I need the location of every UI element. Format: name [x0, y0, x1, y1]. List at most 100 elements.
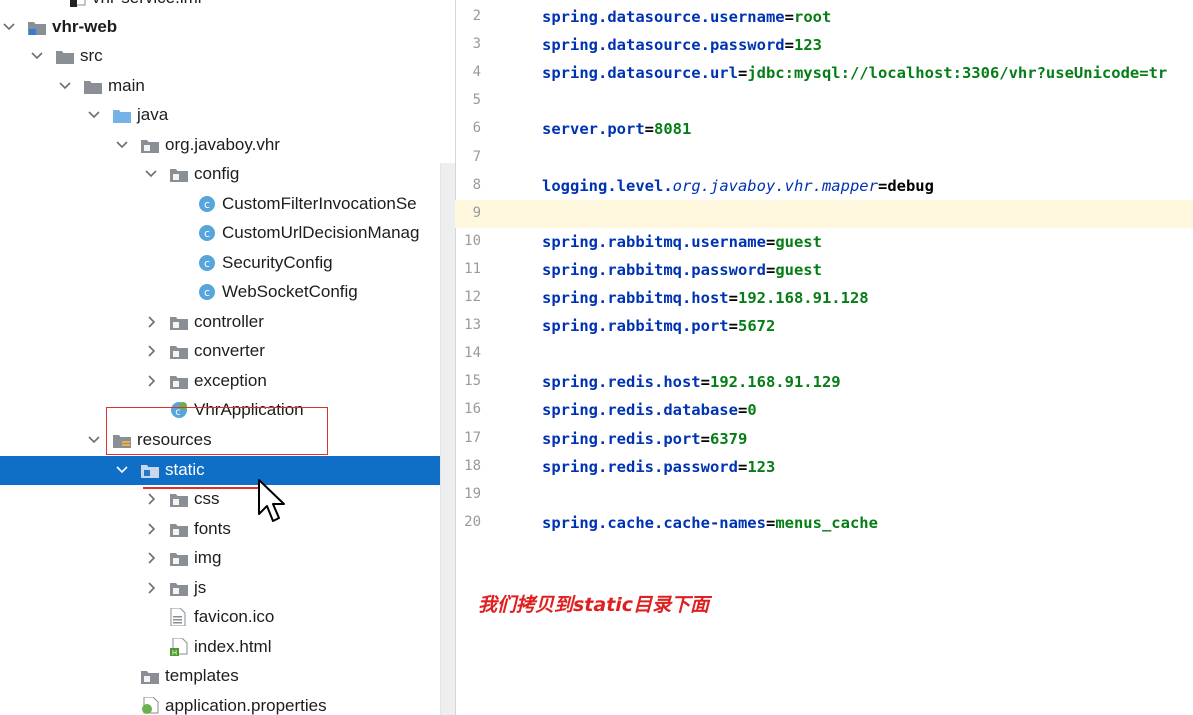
property-key: spring.rabbitmq.username: [542, 232, 766, 251]
code-line[interactable]: 16 spring.redis.database=0: [455, 396, 1193, 424]
equals-sign: =: [765, 513, 776, 532]
code-line[interactable]: 2 spring.datasource.username=root: [455, 3, 1193, 31]
mouse-cursor-icon: [258, 479, 285, 522]
code-line[interactable]: 11 spring.rabbitmq.password=guest: [455, 256, 1193, 284]
tree-item-converter[interactable]: converter: [0, 337, 455, 366]
tree-item-label: exception: [194, 371, 267, 390]
line-number: 7: [472, 148, 481, 165]
code-line[interactable]: 9: [455, 199, 1193, 228]
tree-item-vhr-service-iml[interactable]: vhr-service.iml: [0, 0, 455, 13]
tree-item-customurldecisionmanag[interactable]: c CustomUrlDecisionManag: [0, 219, 455, 248]
package-icon: [141, 463, 159, 478]
chevron-right-icon[interactable]: [144, 372, 158, 390]
property-key-italic: org.javaboy.vhr.mapper: [672, 176, 878, 195]
tree-item-securityconfig[interactable]: c SecurityConfig: [0, 249, 455, 278]
code-line[interactable]: 10 spring.rabbitmq.username=guest: [455, 228, 1193, 256]
html-icon: H: [170, 637, 188, 657]
highlight-box-resources: [106, 407, 328, 455]
code-line[interactable]: 15 spring.redis.host=192.168.91.129: [455, 368, 1193, 396]
code-line[interactable]: 12 spring.rabbitmq.host=192.168.91.128: [455, 284, 1193, 312]
line-number: 13: [464, 317, 481, 334]
code-line[interactable]: 13 spring.rabbitmq.port=5672: [455, 312, 1193, 340]
tree-item-main[interactable]: main: [0, 72, 455, 101]
tree-item-label: fonts: [194, 519, 231, 538]
tree-item-fonts[interactable]: fonts: [0, 515, 455, 544]
tree-item-customfilterinvocationse[interactable]: c CustomFilterInvocationSe: [0, 190, 455, 219]
tree-item-static[interactable]: static: [0, 456, 455, 485]
code-line[interactable]: 14: [455, 340, 1193, 368]
chevron-down-icon[interactable]: [30, 47, 44, 65]
tree-item-src[interactable]: src: [0, 42, 455, 71]
line-number: 12: [464, 289, 481, 305]
chevron-right-icon[interactable]: [144, 490, 158, 508]
chevron-down-icon[interactable]: [2, 18, 16, 36]
chevron-right-icon[interactable]: [144, 549, 158, 567]
tree-item-controller[interactable]: controller: [0, 308, 455, 337]
code-line[interactable]: 3 spring.datasource.password=123: [455, 31, 1193, 59]
tree-item-index-html[interactable]: Hindex.html: [0, 633, 455, 662]
code-line[interactable]: 19: [455, 481, 1193, 509]
tree-item-java[interactable]: java: [0, 101, 455, 130]
chevron-down-icon[interactable]: [115, 136, 129, 154]
property-key: spring.redis.database: [542, 401, 738, 420]
tree-item-websocketconfig[interactable]: c WebSocketConfig: [0, 278, 455, 307]
code-line[interactable]: 18 spring.redis.password=123: [455, 453, 1193, 481]
code-text: spring.rabbitmq.password=guest: [542, 259, 822, 281]
property-value: 192.168.91.129: [709, 373, 841, 392]
chevron-right-icon[interactable]: [144, 313, 158, 331]
code-line[interactable]: 4 spring.datasource.url=jdbc:mysql://loca…: [455, 59, 1193, 87]
property-key: spring.redis.port: [542, 429, 701, 448]
class-icon: c: [198, 195, 216, 212]
tree-item-templates[interactable]: templates: [0, 662, 455, 691]
property-value: root: [793, 8, 832, 26]
chevron-right-icon[interactable]: [144, 520, 158, 538]
tree-item-label: controller: [194, 312, 264, 331]
tree-item-label: SecurityConfig: [222, 253, 333, 272]
tree-scrollbar[interactable]: [440, 163, 455, 715]
package-icon: [170, 581, 188, 596]
chevron-down-icon[interactable]: [144, 165, 158, 183]
chevron-down-icon[interactable]: [87, 106, 101, 124]
tree-item-label: css: [194, 489, 220, 508]
tree-item-js[interactable]: js: [0, 574, 455, 603]
line-number: 17: [464, 429, 481, 446]
chevron-down-icon[interactable]: [58, 77, 72, 95]
tree-item-favicon-ico[interactable]: favicon.ico: [0, 603, 455, 632]
code-line[interactable]: 20 spring.cache.cache-names=menus_cache: [455, 509, 1193, 537]
chevron-down-icon[interactable]: [115, 461, 129, 479]
line-number: 11: [464, 260, 481, 277]
property-key: spring.rabbitmq.password: [542, 260, 766, 279]
property-key: spring.datasource.username: [542, 8, 785, 26]
code-line[interactable]: 7: [455, 144, 1193, 172]
tree-item-vhr-web[interactable]: vhr-web: [0, 13, 455, 42]
tree-item-org-javaboy-vhr[interactable]: org.javaboy.vhr: [0, 131, 455, 160]
code-line[interactable]: 17 spring.redis.port=6379: [455, 425, 1193, 453]
line-number: 18: [464, 457, 481, 474]
code-text: server.port=8081: [542, 118, 691, 140]
tree-item-config[interactable]: config: [0, 160, 455, 189]
tree-item-exception[interactable]: exception: [0, 367, 455, 396]
tree-item-img[interactable]: img: [0, 544, 455, 573]
tree-item-label: static: [165, 460, 205, 479]
property-key: server.port: [542, 120, 645, 139]
code-line[interactable]: 5: [455, 87, 1193, 115]
line-number: 4: [472, 64, 481, 81]
chevron-right-icon[interactable]: [144, 579, 158, 597]
code-line[interactable]: 6 server.port=8081: [455, 115, 1193, 143]
project-tree: vhr-service.iml vhr-web srcmain java org.jav…: [0, 0, 455, 715]
equals-sign: =: [737, 457, 748, 476]
chevron-down-icon[interactable]: [87, 431, 101, 449]
property-value: 8081: [654, 120, 692, 139]
equals-sign: =: [737, 401, 748, 420]
code-text: logging.level.org.javaboy.vhr.mapper=deb…: [542, 175, 934, 197]
svg-text:c: c: [204, 198, 210, 211]
tree-item-css[interactable]: css: [0, 485, 455, 514]
svg-text:c: c: [204, 286, 210, 299]
file-iml-icon: [68, 0, 86, 7]
tree-item-application-properties[interactable]: application.properties: [0, 692, 455, 715]
package-icon: [170, 374, 188, 389]
code-line[interactable]: 8 logging.level.org.javaboy.vhr.mapper=de…: [455, 172, 1193, 200]
line-number: 9: [472, 204, 481, 221]
package-icon: [170, 167, 188, 182]
chevron-right-icon[interactable]: [144, 342, 158, 360]
